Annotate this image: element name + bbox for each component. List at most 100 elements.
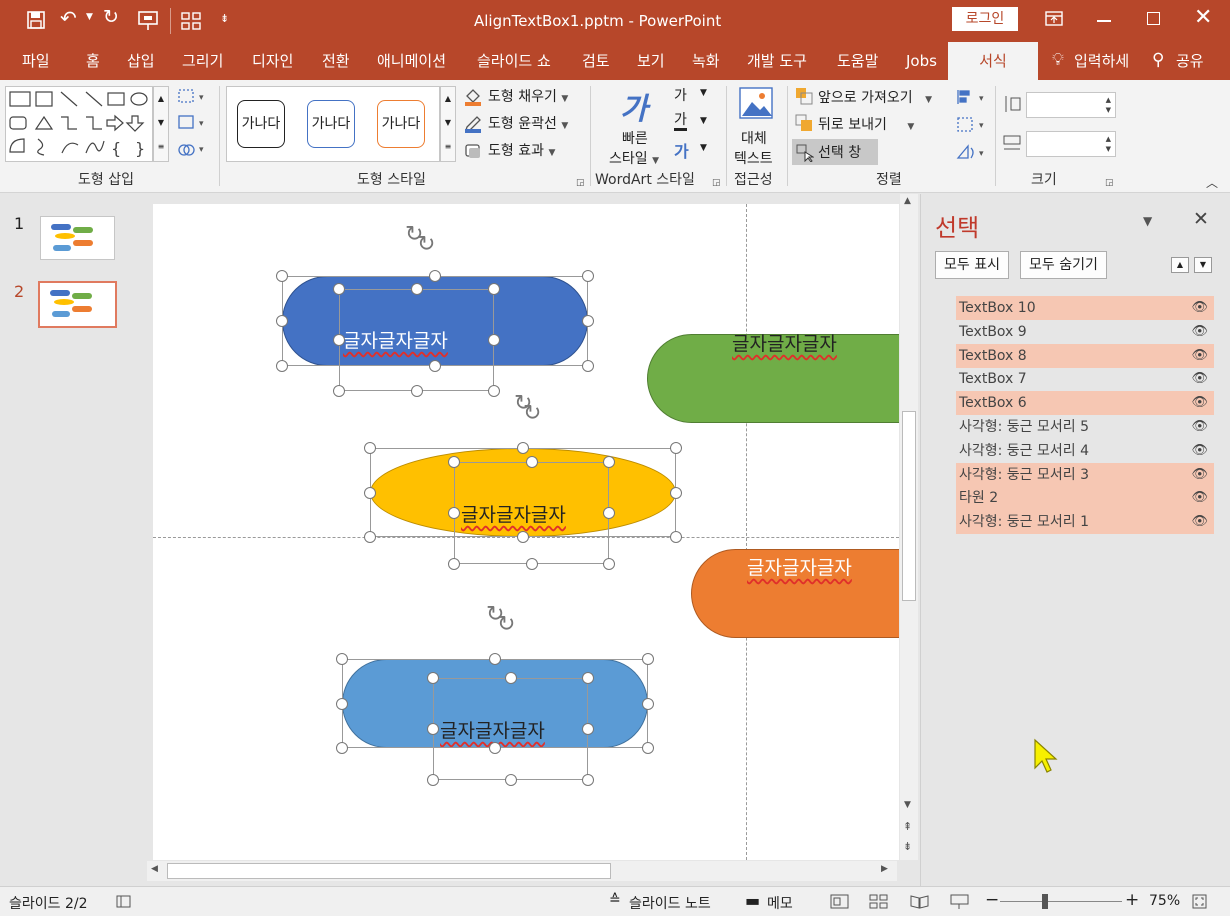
pane-options-icon[interactable]: ▼ [1143, 214, 1152, 228]
resize-handle[interactable] [670, 531, 682, 543]
selection-item[interactable]: TextBox 6 👁︎ [956, 391, 1214, 416]
resize-handle[interactable] [336, 653, 348, 665]
resize-handle[interactable] [488, 283, 500, 295]
alt-text-label-1[interactable]: 대체 [741, 128, 767, 148]
ribbon-display-icon[interactable] [1045, 10, 1063, 28]
alt-text-label-2[interactable]: 텍스트 [734, 148, 773, 168]
tab-design[interactable]: 디자인 [252, 42, 293, 80]
tab-view[interactable]: 보기 [637, 42, 665, 80]
visibility-eye-icon[interactable]: 👁︎ [1191, 296, 1208, 320]
tab-help[interactable]: 도움말 [837, 42, 878, 80]
resize-handle[interactable] [427, 774, 439, 786]
resize-handle[interactable] [489, 742, 501, 754]
tab-format[interactable]: 서식 [948, 42, 1038, 80]
bring-forward-button[interactable]: 앞으로 가져오기 ▼ [818, 87, 932, 107]
resize-handle[interactable] [364, 442, 376, 454]
selection-pane-button[interactable]: 선택 창 [792, 139, 878, 165]
resize-handle[interactable] [525, 558, 538, 570]
resize-handle[interactable] [642, 653, 654, 665]
resize-handle[interactable] [642, 742, 654, 754]
selection-item[interactable]: 사각형: 둥근 모서리 3 👁︎ [956, 462, 1214, 487]
shape-outline-button[interactable]: 도형 윤곽선 ▼ [488, 113, 568, 133]
zoom-out-icon[interactable]: − [985, 890, 999, 910]
horizontal-scroll-thumb[interactable] [167, 863, 611, 879]
text-effects-icon[interactable]: 가 [674, 138, 689, 162]
height-field[interactable]: ▲ ▼ [1026, 92, 1116, 118]
next-slide-icon[interactable]: ⇟ [903, 840, 912, 853]
rotate-handle-icon[interactable]: ↻ [523, 403, 541, 425]
tell-me-input[interactable]: 입력하세 [1074, 42, 1129, 80]
resize-handle[interactable] [429, 270, 441, 282]
notes-icon[interactable]: ≙ [609, 892, 621, 908]
selection-item[interactable]: 사각형: 둥근 모서리 5 👁︎ [956, 415, 1214, 439]
resize-handle[interactable] [582, 270, 594, 282]
width-field[interactable]: ▲ ▼ [1026, 131, 1116, 157]
tab-home[interactable]: 홈 [86, 42, 100, 80]
text-fill-dropdown[interactable]: ▼ [700, 88, 707, 98]
quick-styles-label-1[interactable]: 빠른 [622, 128, 648, 148]
resize-handle[interactable] [429, 360, 441, 372]
resize-handle[interactable] [670, 442, 682, 454]
resize-handle[interactable] [333, 385, 345, 397]
text-effects-dropdown[interactable]: ▼ [700, 143, 707, 153]
hide-all-button[interactable]: 모두 숨기기 [1020, 251, 1107, 279]
resize-handle[interactable] [364, 531, 376, 543]
accessibility-check-icon[interactable] [116, 894, 134, 910]
resize-handle[interactable] [333, 334, 345, 346]
send-backward-button[interactable]: 뒤로 보내기 ▼ [818, 114, 914, 134]
resize-handle[interactable] [364, 486, 376, 499]
visibility-eye-icon[interactable]: 👁︎ [1191, 320, 1208, 344]
visibility-eye-icon[interactable]: 👁︎ [1191, 391, 1208, 415]
resize-handle[interactable] [582, 723, 594, 735]
scroll-left-icon[interactable]: ◀ [151, 864, 158, 874]
selection-item[interactable]: TextBox 8 👁︎ [956, 343, 1214, 368]
customize-qat-icon[interactable]: ⇟ [220, 12, 229, 25]
close-icon[interactable]: ✕ [1194, 5, 1212, 30]
text-outline-dropdown[interactable]: ▼ [700, 116, 707, 126]
save-icon[interactable] [26, 10, 46, 30]
resize-handle[interactable] [276, 270, 288, 282]
edit-shape-icon[interactable]: ▾ ▾ ▾ [177, 87, 211, 157]
resize-handle[interactable] [582, 774, 594, 786]
show-all-button[interactable]: 모두 표시 [935, 251, 1009, 279]
rotate-handle-icon[interactable]: ↻ [497, 614, 515, 636]
style-preset-1[interactable]: 가나다 [237, 100, 285, 148]
resize-handle[interactable] [582, 672, 594, 684]
slide[interactable]: 글자글자글자 글자글자글자 글자글자글자 글자글자글자 글자글자글자 ↻ ↻ ↻ ↻ ↻… [153, 204, 899, 860]
resize-handle[interactable] [276, 315, 288, 327]
visibility-eye-icon[interactable]: 👁︎ [1191, 486, 1208, 510]
resize-handle[interactable] [603, 507, 615, 519]
resize-handle[interactable] [670, 486, 682, 499]
undo-icon[interactable]: ↶ [60, 6, 77, 30]
selection-item[interactable]: 사각형: 둥근 모서리 1 👁︎ [956, 510, 1214, 535]
vertical-guide[interactable] [746, 204, 747, 860]
resize-handle[interactable] [448, 507, 460, 519]
collapse-ribbon-icon[interactable]: ︿ [1206, 174, 1218, 191]
style-preset-3[interactable]: 가나다 [377, 100, 425, 148]
zoom-slider[interactable] [1000, 901, 1122, 902]
presentation-icon[interactable] [137, 10, 159, 32]
resize-handle[interactable] [488, 334, 500, 346]
alt-text-icon[interactable] [738, 86, 774, 122]
tab-developer[interactable]: 개발 도구 [747, 42, 807, 80]
quick-styles-button[interactable]: 스타일 ▼ [609, 148, 659, 168]
tab-review[interactable]: 검토 [582, 42, 610, 80]
resize-handle[interactable] [427, 672, 439, 684]
tab-file[interactable]: 파일 [22, 42, 50, 80]
tab-jobs[interactable]: Jobs [906, 42, 937, 80]
fit-slide-icon[interactable] [1192, 894, 1208, 910]
shape-styles-gallery[interactable]: 가나다 가나다 가나다 [226, 86, 440, 162]
resize-handle[interactable] [336, 742, 348, 754]
vertical-scrollbar[interactable]: ▲ ▼ ⇞ ⇟ [900, 194, 918, 860]
previous-slide-icon[interactable]: ⇞ [903, 820, 912, 833]
shapes-gallery[interactable]: {} [5, 86, 153, 162]
resize-handle[interactable] [448, 558, 460, 570]
selection-item[interactable]: 타원 2 👁︎ [956, 486, 1214, 511]
tab-transitions[interactable]: 전환 [322, 42, 350, 80]
shape-styles-launcher-icon[interactable]: ◲ [576, 178, 585, 188]
resize-handle[interactable] [488, 385, 500, 397]
minimize-icon[interactable] [1097, 20, 1111, 22]
selection-item[interactable]: TextBox 10 👁︎ [956, 296, 1214, 320]
gallery-scroll[interactable]: ▲ ▼ ≡ [153, 86, 169, 162]
visibility-eye-icon[interactable]: 👁︎ [1191, 344, 1208, 368]
